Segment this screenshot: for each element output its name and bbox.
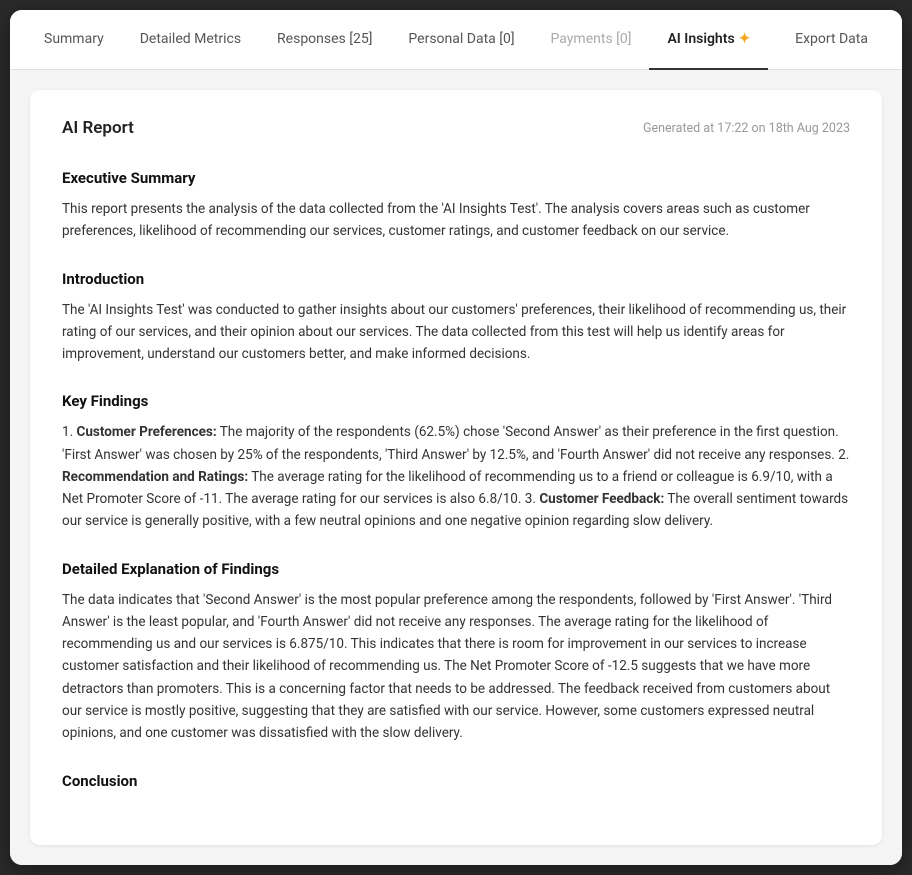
key-findings-bold2: Recommendation and Ratings: (62, 469, 248, 485)
detailed-explanation-heading: Detailed Explanation of Findings (62, 557, 850, 581)
report-title: AI Report (62, 118, 134, 138)
section-conclusion: Conclusion (62, 769, 850, 793)
key-findings-bold1: Customer Preferences: (77, 424, 217, 440)
tab-detailed-metrics[interactable]: Detailed Metrics (122, 10, 259, 70)
introduction-text: The 'AI Insights Test' was conducted to … (62, 299, 850, 366)
app-window: Summary Detailed Metrics Responses [25] … (10, 10, 902, 865)
tab-summary[interactable]: Summary (26, 10, 122, 70)
section-executive-summary: Executive Summary This report presents t… (62, 166, 850, 243)
key-findings-heading: Key Findings (62, 389, 850, 413)
report-header: AI Report Generated at 17:22 on 18th Aug… (62, 118, 850, 138)
report-card: AI Report Generated at 17:22 on 18th Aug… (30, 90, 882, 845)
executive-summary-text: This report presents the analysis of the… (62, 198, 850, 243)
section-introduction: Introduction The 'AI Insights Test' was … (62, 267, 850, 366)
section-detailed-explanation: Detailed Explanation of Findings The dat… (62, 557, 850, 745)
section-key-findings: Key Findings 1. Customer Preferences: Th… (62, 389, 850, 532)
tab-personal-data[interactable]: Personal Data [0] (390, 10, 532, 70)
key-findings-text: 1. Customer Preferences: The majority of… (62, 421, 850, 532)
report-body: Executive Summary This report presents t… (62, 166, 850, 793)
tab-export-data[interactable]: Export Data (777, 10, 886, 70)
conclusion-heading: Conclusion (62, 769, 850, 793)
tab-responses[interactable]: Responses [25] (259, 10, 390, 70)
key-findings-part1-prefix: 1. (62, 424, 77, 440)
tab-ai-insights[interactable]: AI Insights ✦ (649, 10, 768, 70)
tab-payments[interactable]: Payments [0] (533, 10, 650, 70)
report-timestamp: Generated at 17:22 on 18th Aug 2023 (643, 121, 850, 136)
key-findings-bold3: Customer Feedback: (539, 491, 664, 507)
detailed-explanation-text: The data indicates that 'Second Answer' … (62, 589, 850, 745)
introduction-heading: Introduction (62, 267, 850, 291)
ai-insights-icon: ✦ (739, 31, 751, 47)
content-area: AI Report Generated at 17:22 on 18th Aug… (10, 70, 902, 865)
tab-bar: Summary Detailed Metrics Responses [25] … (10, 10, 902, 70)
executive-summary-heading: Executive Summary (62, 166, 850, 190)
